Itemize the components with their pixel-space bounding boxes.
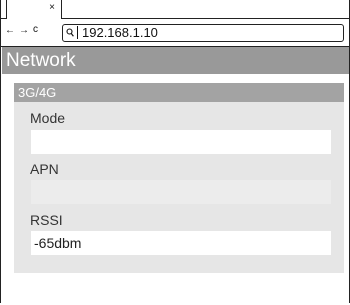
text-cursor <box>77 26 78 39</box>
panel-title: 3G/4G <box>18 85 57 100</box>
browser-toolbar: ← → c 192.168.1.10 <box>1 19 349 47</box>
apn-label: APN <box>30 161 59 177</box>
panel-header: 3G/4G <box>14 83 344 102</box>
reload-icon[interactable]: c <box>33 24 38 36</box>
browser-window: × ← → c 192.168.1.10 Network 3G/4G Mode … <box>0 0 350 303</box>
network-panel: 3G/4G Mode APN RSSI <box>14 83 344 273</box>
close-tab-icon[interactable]: × <box>49 3 55 13</box>
mode-field[interactable] <box>31 130 331 154</box>
url-text: 192.168.1.10 <box>82 25 158 40</box>
rssi-field[interactable] <box>31 231 331 255</box>
forward-arrow-icon[interactable]: → <box>19 25 29 37</box>
rssi-label: RSSI <box>30 212 63 228</box>
mode-label: Mode <box>30 110 66 126</box>
page-title: Network <box>6 50 76 71</box>
back-arrow-icon[interactable]: ← <box>5 25 15 37</box>
browser-tab[interactable]: × <box>6 0 62 19</box>
search-icon <box>66 28 74 37</box>
tab-strip: × <box>1 0 349 19</box>
address-bar[interactable]: 192.168.1.10 <box>62 24 344 42</box>
page-header: Network <box>2 47 349 74</box>
apn-field[interactable] <box>31 180 331 204</box>
